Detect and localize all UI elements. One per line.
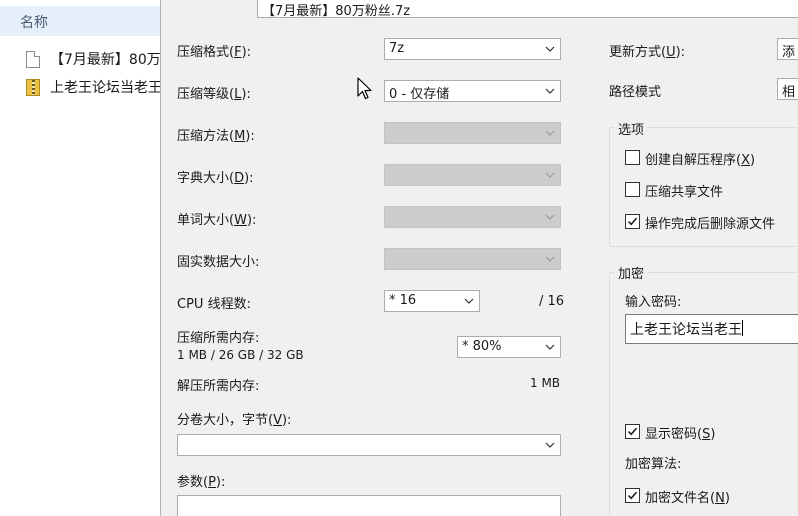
- compression-level-value: 0 - 仅存储: [389, 87, 450, 102]
- document-icon: [26, 50, 40, 68]
- compress-shared-files-checkbox[interactable]: [625, 182, 640, 197]
- word-size-label: 单词大小(W):: [177, 213, 257, 228]
- update-mode-label: 更新方式(U):: [609, 45, 686, 60]
- file-explorer-pane: 名称 【7月最新】80万 上老王论坛当老王: [0, 0, 162, 516]
- add-to-archive-dialog: 【7月最新】80万粉丝.7z 压缩格式(F): 7z 压缩等级(L): 0 - …: [160, 0, 798, 516]
- checkmark-icon: [627, 217, 638, 226]
- zip-archive-icon: [26, 78, 40, 96]
- chevron-down-icon: [545, 88, 555, 94]
- dictionary-size-select[interactable]: [384, 164, 561, 186]
- chevron-down-icon: [545, 442, 555, 448]
- solid-block-size-label: 固实数据大小:: [177, 255, 260, 270]
- create-sfx-label: 创建自解压程序(X): [645, 153, 756, 168]
- cpu-threads-max: / 16: [539, 294, 565, 309]
- file-row[interactable]: 【7月最新】80万: [26, 48, 161, 70]
- compression-method-label: 压缩方法(M):: [177, 129, 255, 144]
- archive-path-field[interactable]: 【7月最新】80万粉丝.7z: [257, 0, 798, 18]
- compression-method-select[interactable]: [384, 122, 561, 144]
- path-mode-select[interactable]: 相: [777, 78, 798, 100]
- encrypt-filenames-checkbox[interactable]: [625, 488, 640, 503]
- compression-level-select[interactable]: 0 - 仅存储: [384, 80, 561, 102]
- parameters-label: 参数(P):: [177, 475, 226, 490]
- parameters-input[interactable]: [177, 495, 561, 516]
- password-input[interactable]: 上老王论坛当老王: [625, 314, 798, 344]
- file-name: 上老王论坛当老王: [50, 80, 162, 96]
- chevron-down-icon: [545, 214, 555, 220]
- compression-format-value: 7z: [389, 41, 405, 56]
- chevron-down-icon: [545, 172, 555, 178]
- cpu-threads-value: * 16: [389, 293, 417, 308]
- encryption-group-title: 加密: [615, 263, 648, 282]
- password-label: 输入密码:: [625, 295, 682, 310]
- compression-format-select[interactable]: 7z: [384, 38, 561, 60]
- show-password-checkbox[interactable]: [625, 424, 640, 439]
- encryption-method-label: 加密算法:: [625, 457, 682, 472]
- delete-after-compression-checkbox[interactable]: [625, 214, 640, 229]
- volume-size-label: 分卷大小，字节(V):: [177, 413, 292, 428]
- compression-memory-label: 压缩所需内存:: [177, 331, 260, 346]
- encrypt-filenames-label: 加密文件名(N): [645, 491, 730, 506]
- memory-usage-select[interactable]: * 80%: [457, 336, 561, 358]
- decompression-memory-value: 1 MB: [530, 376, 561, 390]
- name-column-header[interactable]: 名称: [0, 6, 160, 36]
- checkmark-icon: [627, 427, 638, 436]
- file-name: 【7月最新】80万: [50, 52, 161, 68]
- chevron-down-icon: [545, 130, 555, 136]
- options-group-title: 选项: [615, 119, 648, 138]
- chevron-down-icon: [545, 256, 555, 262]
- update-mode-select[interactable]: 添: [777, 38, 798, 60]
- memory-usage-value: * 80%: [462, 339, 502, 354]
- dictionary-size-label: 字典大小(D):: [177, 171, 254, 186]
- text-caret: [742, 320, 743, 336]
- checkmark-icon: [627, 491, 638, 500]
- mouse-cursor-icon: [357, 77, 372, 100]
- cpu-threads-select[interactable]: * 16: [384, 290, 480, 312]
- compress-shared-files-label: 压缩共享文件: [645, 185, 724, 200]
- password-value: 上老王论坛当老王: [630, 322, 742, 338]
- chevron-down-icon: [464, 298, 474, 304]
- compression-memory-info: 1 MB / 26 GB / 32 GB: [177, 348, 304, 362]
- compression-level-label: 压缩等级(L):: [177, 87, 251, 102]
- path-mode-label: 路径模式: [609, 85, 662, 100]
- chevron-down-icon: [545, 46, 555, 52]
- decompression-memory-label: 解压所需内存:: [177, 379, 260, 394]
- show-password-label: 显示密码(S): [645, 427, 716, 442]
- solid-block-size-select[interactable]: [384, 248, 561, 270]
- word-size-select[interactable]: [384, 206, 561, 228]
- create-sfx-checkbox[interactable]: [625, 150, 640, 165]
- delete-after-compression-label: 操作完成后删除源文件: [645, 217, 776, 232]
- cpu-threads-label: CPU 线程数:: [177, 297, 251, 312]
- volume-size-select[interactable]: [177, 434, 561, 456]
- compression-format-label: 压缩格式(F):: [177, 45, 252, 60]
- file-row[interactable]: 上老王论坛当老王: [26, 76, 162, 98]
- chevron-down-icon: [545, 344, 555, 350]
